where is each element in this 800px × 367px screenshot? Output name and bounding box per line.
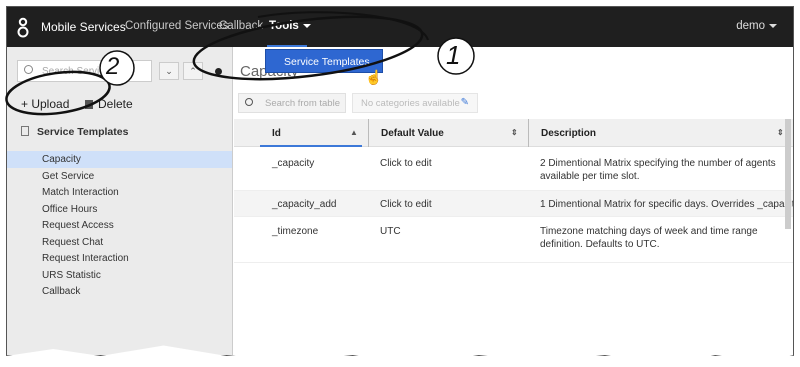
- cell-id: _capacity: [272, 158, 315, 169]
- cell-default-value[interactable]: UTC: [380, 225, 401, 238]
- top-navbar: Mobile Services Configured Services Call…: [7, 7, 793, 47]
- sidebar: Search Services ⌄ ⌃ + Upload Delete Serv…: [7, 47, 233, 355]
- chevron-down-icon: [302, 23, 311, 28]
- template-list: Capacity Get Service Match Interaction O…: [7, 151, 232, 300]
- search-icon: [24, 65, 33, 74]
- list-item-capacity[interactable]: Capacity: [7, 151, 232, 168]
- column-header-default-label: Default Value: [381, 128, 444, 139]
- pencil-icon[interactable]: ✎: [461, 97, 469, 108]
- column-header-id-label: Id: [272, 128, 281, 139]
- delete-label: Delete: [98, 97, 133, 111]
- cell-description: 2 Dimentional Matrix specifying the numb…: [540, 158, 776, 182]
- list-item-request-access[interactable]: Request Access: [7, 217, 232, 234]
- document-icon: [21, 126, 29, 136]
- categories-placeholder: No categories available: [361, 98, 460, 109]
- vertical-scrollbar[interactable]: [785, 119, 791, 229]
- column-header-description[interactable]: Description ⇕: [528, 119, 793, 147]
- list-item-urs-statistic[interactable]: URS Statistic: [7, 267, 232, 284]
- table-search-input[interactable]: Search from table: [238, 93, 346, 113]
- sort-icon[interactable]: ⇕: [777, 128, 784, 137]
- categories-field[interactable]: No categories available ✎: [352, 93, 478, 113]
- table-header: Id ▲︎ Default Value ⇕ Description ⇕: [234, 119, 793, 147]
- delete-button[interactable]: Delete: [85, 97, 133, 111]
- chevron-up-icon[interactable]: ⌃: [183, 62, 203, 80]
- cell-default-value[interactable]: Click to edit: [380, 198, 432, 211]
- sidebar-search-input[interactable]: Search Services: [17, 60, 152, 82]
- nav-tools-menu[interactable]: Tools: [269, 20, 311, 32]
- row-select-column: [234, 119, 256, 147]
- chevron-down-icon: [769, 23, 777, 28]
- hand-cursor-icon: ☝: [365, 69, 383, 85]
- section-title: Service Templates: [21, 126, 128, 138]
- main-content: Capacity Search from table No categories…: [215, 47, 794, 355]
- trash-icon: [85, 100, 93, 109]
- column-header-description-label: Description: [541, 128, 597, 139]
- user-menu[interactable]: demo: [736, 20, 777, 32]
- upload-button[interactable]: + Upload: [21, 97, 69, 111]
- chevron-down-icon[interactable]: ⌄: [159, 62, 179, 80]
- table-search-placeholder: Search from table: [265, 98, 340, 109]
- column-header-id[interactable]: Id ▲︎: [260, 119, 362, 147]
- list-item-callback[interactable]: Callback: [7, 283, 232, 300]
- cell-description: Timezone matching days of week and time …: [540, 226, 758, 250]
- table-row[interactable]: _capacity Click to edit 2 Dimentional Ma…: [234, 147, 793, 191]
- genesys-logo-icon: [17, 17, 29, 38]
- table-row[interactable]: _capacity_add Click to edit 1 Dimentiona…: [234, 191, 794, 217]
- cell-id: _timezone: [272, 226, 319, 237]
- nav-callback[interactable]: Callback: [219, 20, 263, 32]
- table-row[interactable]: _timezone UTC Timezone matching days of …: [234, 217, 793, 263]
- user-name: demo: [736, 20, 765, 32]
- sort-icon[interactable]: ▲︎: [350, 128, 358, 137]
- nav-tools-label: Tools: [269, 20, 299, 32]
- cell-id: _capacity_add: [272, 199, 337, 210]
- app-window: Mobile Services Configured Services Call…: [6, 6, 794, 356]
- list-item-request-interaction[interactable]: Request Interaction: [7, 250, 232, 267]
- search-icon: [245, 98, 253, 106]
- sort-icon[interactable]: ⇕: [511, 128, 518, 137]
- list-item-request-chat[interactable]: Request Chat: [7, 234, 232, 251]
- cell-default-value[interactable]: Click to edit: [380, 157, 432, 170]
- annotation-dot: [215, 68, 222, 75]
- brand-title[interactable]: Mobile Services: [41, 20, 126, 34]
- list-item-match-interaction[interactable]: Match Interaction: [7, 184, 232, 201]
- nav-configured-services[interactable]: Configured Services: [125, 20, 229, 32]
- cell-description: 1 Dimentional Matrix for specific days. …: [540, 199, 794, 210]
- column-header-default-value[interactable]: Default Value ⇕: [368, 119, 524, 147]
- list-item-get-service[interactable]: Get Service: [7, 168, 232, 185]
- list-item-office-hours[interactable]: Office Hours: [7, 201, 232, 218]
- sidebar-search-placeholder: Search Services: [42, 66, 115, 77]
- section-title-text: Service Templates: [37, 126, 129, 138]
